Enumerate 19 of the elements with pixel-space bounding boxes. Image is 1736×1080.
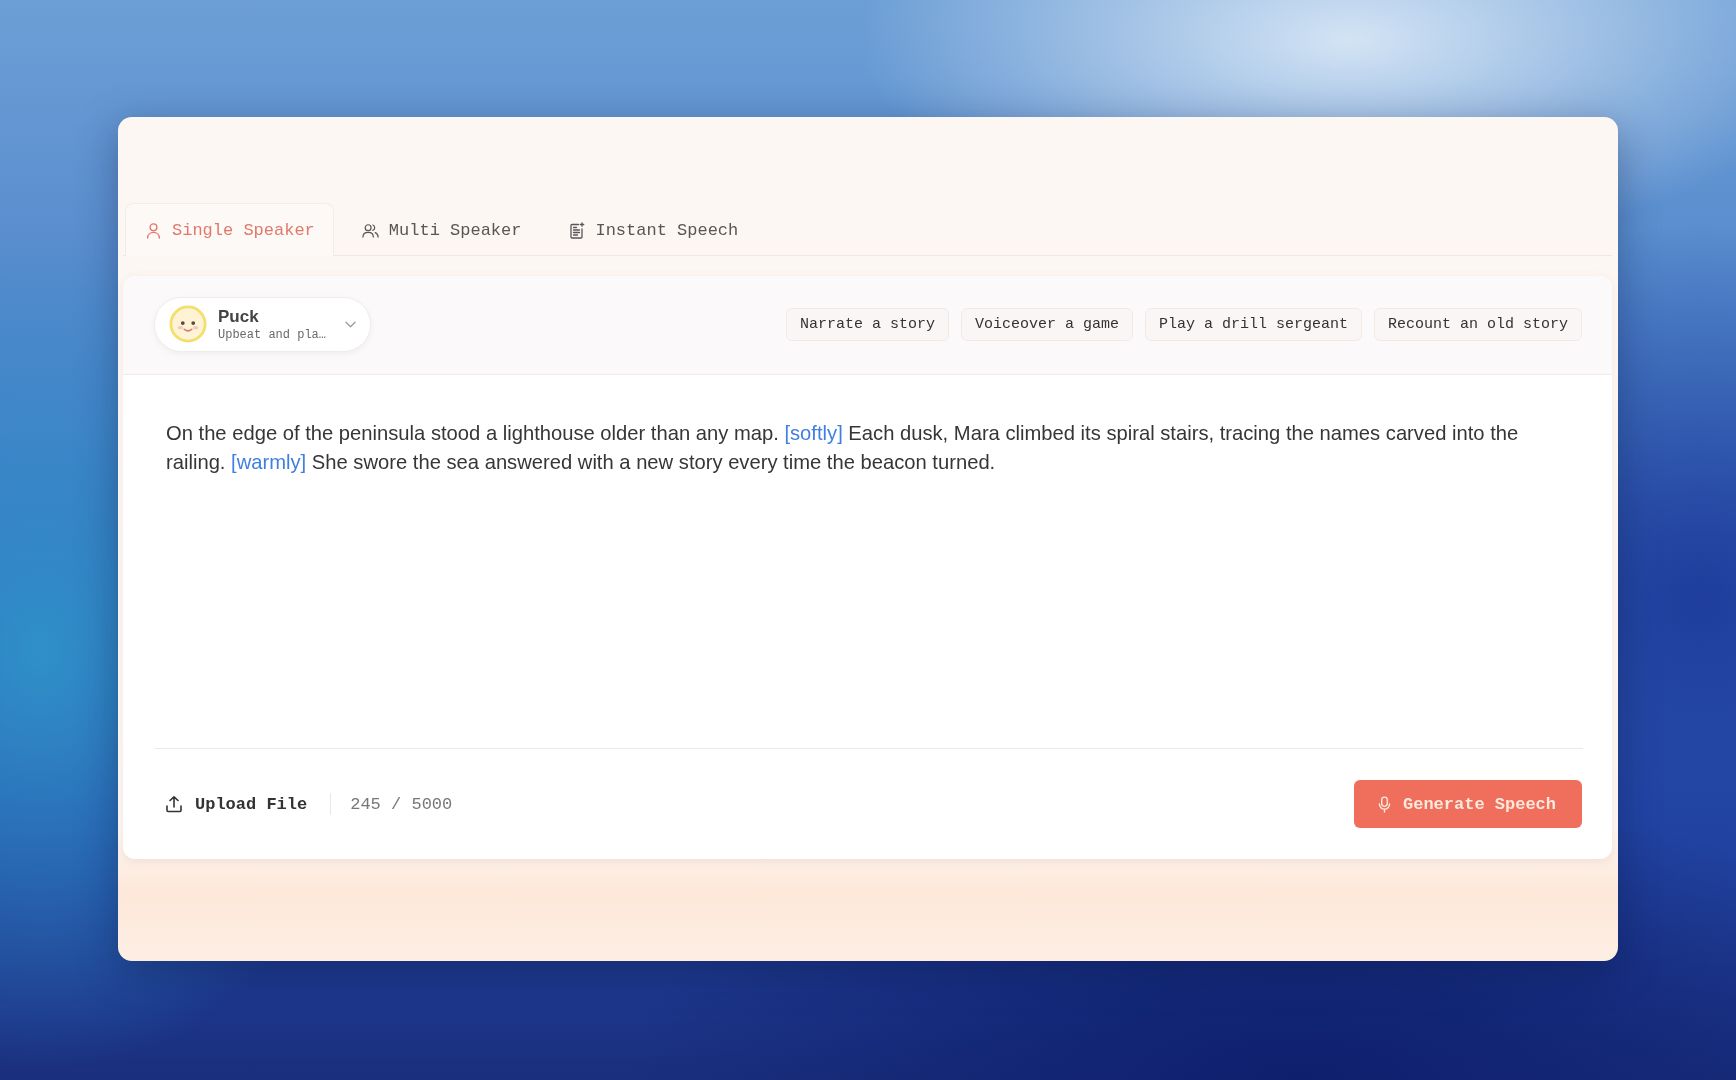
style-prompt-chip[interactable]: Play a drill sergeant: [1144, 307, 1362, 341]
person-icon: [145, 221, 162, 239]
style-prompt-chip[interactable]: Recount an old story: [1373, 307, 1582, 341]
style-prompt-chip[interactable]: Narrate a story: [785, 307, 949, 341]
microphone-icon: [1378, 795, 1391, 813]
upload-icon: [165, 795, 183, 813]
smiley-avatar-icon: [169, 305, 207, 343]
style-prompt-chip[interactable]: Voiceover a game: [960, 307, 1133, 341]
people-icon: [361, 221, 379, 239]
chevron-down-icon: [345, 320, 356, 328]
script-text-area[interactable]: On the edge of the peninsula stood a lighthouse older than any map. [softly] Each dusk, Mara climbed its spiral stairs, tracing the names carved into the railing. [warmly] She swore the sea answered with a new story every time the beacon turned.: [123, 375, 1612, 748]
document-icon: [568, 221, 586, 239]
voice-dropdown[interactable]: Puck Upbeat and pla…: [154, 296, 371, 352]
voice-description: Upbeat and pla…: [218, 327, 328, 343]
voice-name: Puck: [218, 305, 260, 327]
character-count: 245 / 5000: [350, 794, 453, 814]
tab[interactable]: Multi Speaker: [341, 203, 541, 256]
upload-file-button[interactable]: Upload File: [161, 788, 312, 820]
tab[interactable]: Instant Speech: [548, 203, 758, 256]
